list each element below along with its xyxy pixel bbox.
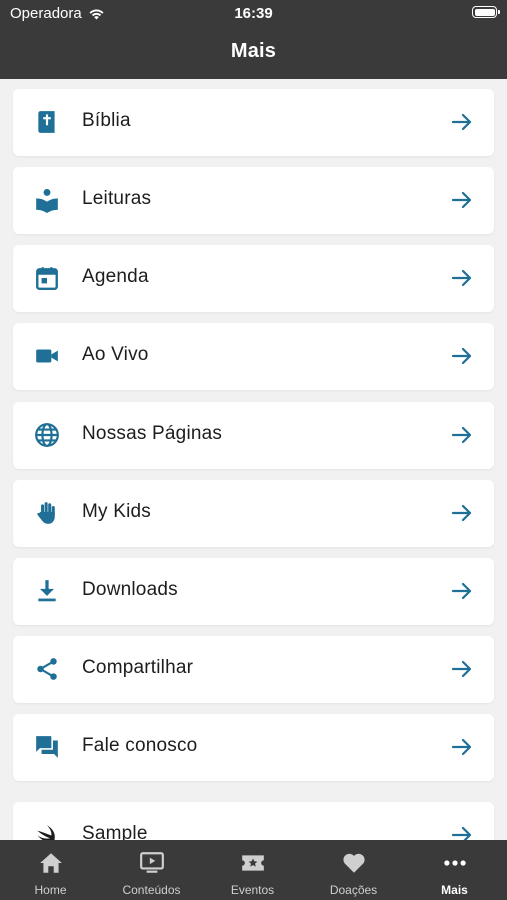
menu-item-fale-conosco[interactable]: Fale conosco	[13, 714, 494, 781]
menu-item-label: Compartilhar	[82, 657, 194, 678]
menu-item-ao-vivo[interactable]: Ao Vivo	[13, 323, 494, 390]
tab-label: Conteúdos	[122, 883, 181, 897]
hand-icon	[37, 502, 55, 524]
arrow-right-icon	[451, 504, 472, 522]
tab-label: Doações	[329, 883, 378, 897]
top-bar: Operadora 16:39 Mais	[0, 0, 507, 79]
menu-list[interactable]: Bíblia Leituras Agenda Ao Vivo Nossas Pá…	[0, 79, 507, 840]
menu-item-label: Bíblia	[82, 110, 131, 131]
menu-item-label: Sample	[82, 823, 148, 840]
tv-icon	[140, 852, 164, 873]
video-camera-icon	[36, 349, 58, 363]
arrow-right-icon	[451, 582, 472, 600]
arrow-right-icon	[451, 269, 472, 287]
tab-label: Home	[34, 883, 67, 897]
menu-item-agenda[interactable]: Agenda	[13, 245, 494, 312]
tab-label: Mais	[441, 883, 468, 897]
clock: 16:39	[234, 5, 273, 22]
page-title: Mais	[230, 40, 277, 62]
calendar-icon	[36, 267, 58, 291]
heart-icon	[343, 853, 365, 873]
tab-doacoes[interactable]: Doações	[303, 840, 404, 900]
download-icon	[38, 580, 56, 602]
globe-icon	[35, 423, 59, 447]
tab-label: Eventos	[230, 883, 275, 897]
reading-icon	[36, 188, 58, 213]
more-icon	[444, 860, 466, 866]
menu-item-label: Agenda	[82, 266, 149, 287]
menu-item-compartilhar[interactable]: Compartilhar	[13, 636, 494, 703]
menu-item-label: Leituras	[82, 188, 152, 209]
home-icon	[40, 853, 62, 873]
arrow-right-icon	[451, 660, 472, 678]
arrow-right-icon	[451, 826, 472, 840]
share-icon	[37, 658, 57, 680]
arrow-right-icon	[451, 191, 472, 209]
arrow-right-icon	[451, 347, 472, 365]
ticket-icon	[242, 855, 264, 871]
menu-item-sample[interactable]: Sample	[13, 802, 494, 840]
menu-item-my-kids[interactable]: My Kids	[13, 480, 494, 547]
tab-mais[interactable]: Mais	[404, 840, 505, 900]
tab-home[interactable]: Home	[0, 840, 101, 900]
menu-item-downloads[interactable]: Downloads	[13, 558, 494, 625]
tab-conteudos[interactable]: Conteúdos	[101, 840, 202, 900]
menu-item-leituras[interactable]: Leituras	[13, 167, 494, 234]
menu-item-label: My Kids	[82, 501, 151, 522]
tab-eventos[interactable]: Eventos	[202, 840, 303, 900]
status-bar: Operadora 16:39	[0, 0, 507, 28]
battery-icon	[472, 6, 500, 18]
menu-item-label: Downloads	[82, 579, 178, 600]
menu-item-label: Ao Vivo	[82, 344, 149, 365]
menu-item-label: Nossas Páginas	[82, 423, 223, 444]
arrow-right-icon	[451, 426, 472, 444]
swift-icon	[37, 825, 55, 840]
chat-icon	[36, 736, 58, 758]
menu-item-label: Fale conosco	[82, 735, 198, 756]
menu-item-biblia[interactable]: Bíblia	[13, 89, 494, 156]
arrow-right-icon	[451, 113, 472, 131]
arrow-right-icon	[451, 738, 472, 756]
menu-item-nossas-paginas[interactable]: Nossas Páginas	[13, 402, 494, 469]
bible-icon	[38, 111, 55, 133]
tab-bar: Home Conteúdos Eventos Doações Mais	[0, 840, 507, 900]
